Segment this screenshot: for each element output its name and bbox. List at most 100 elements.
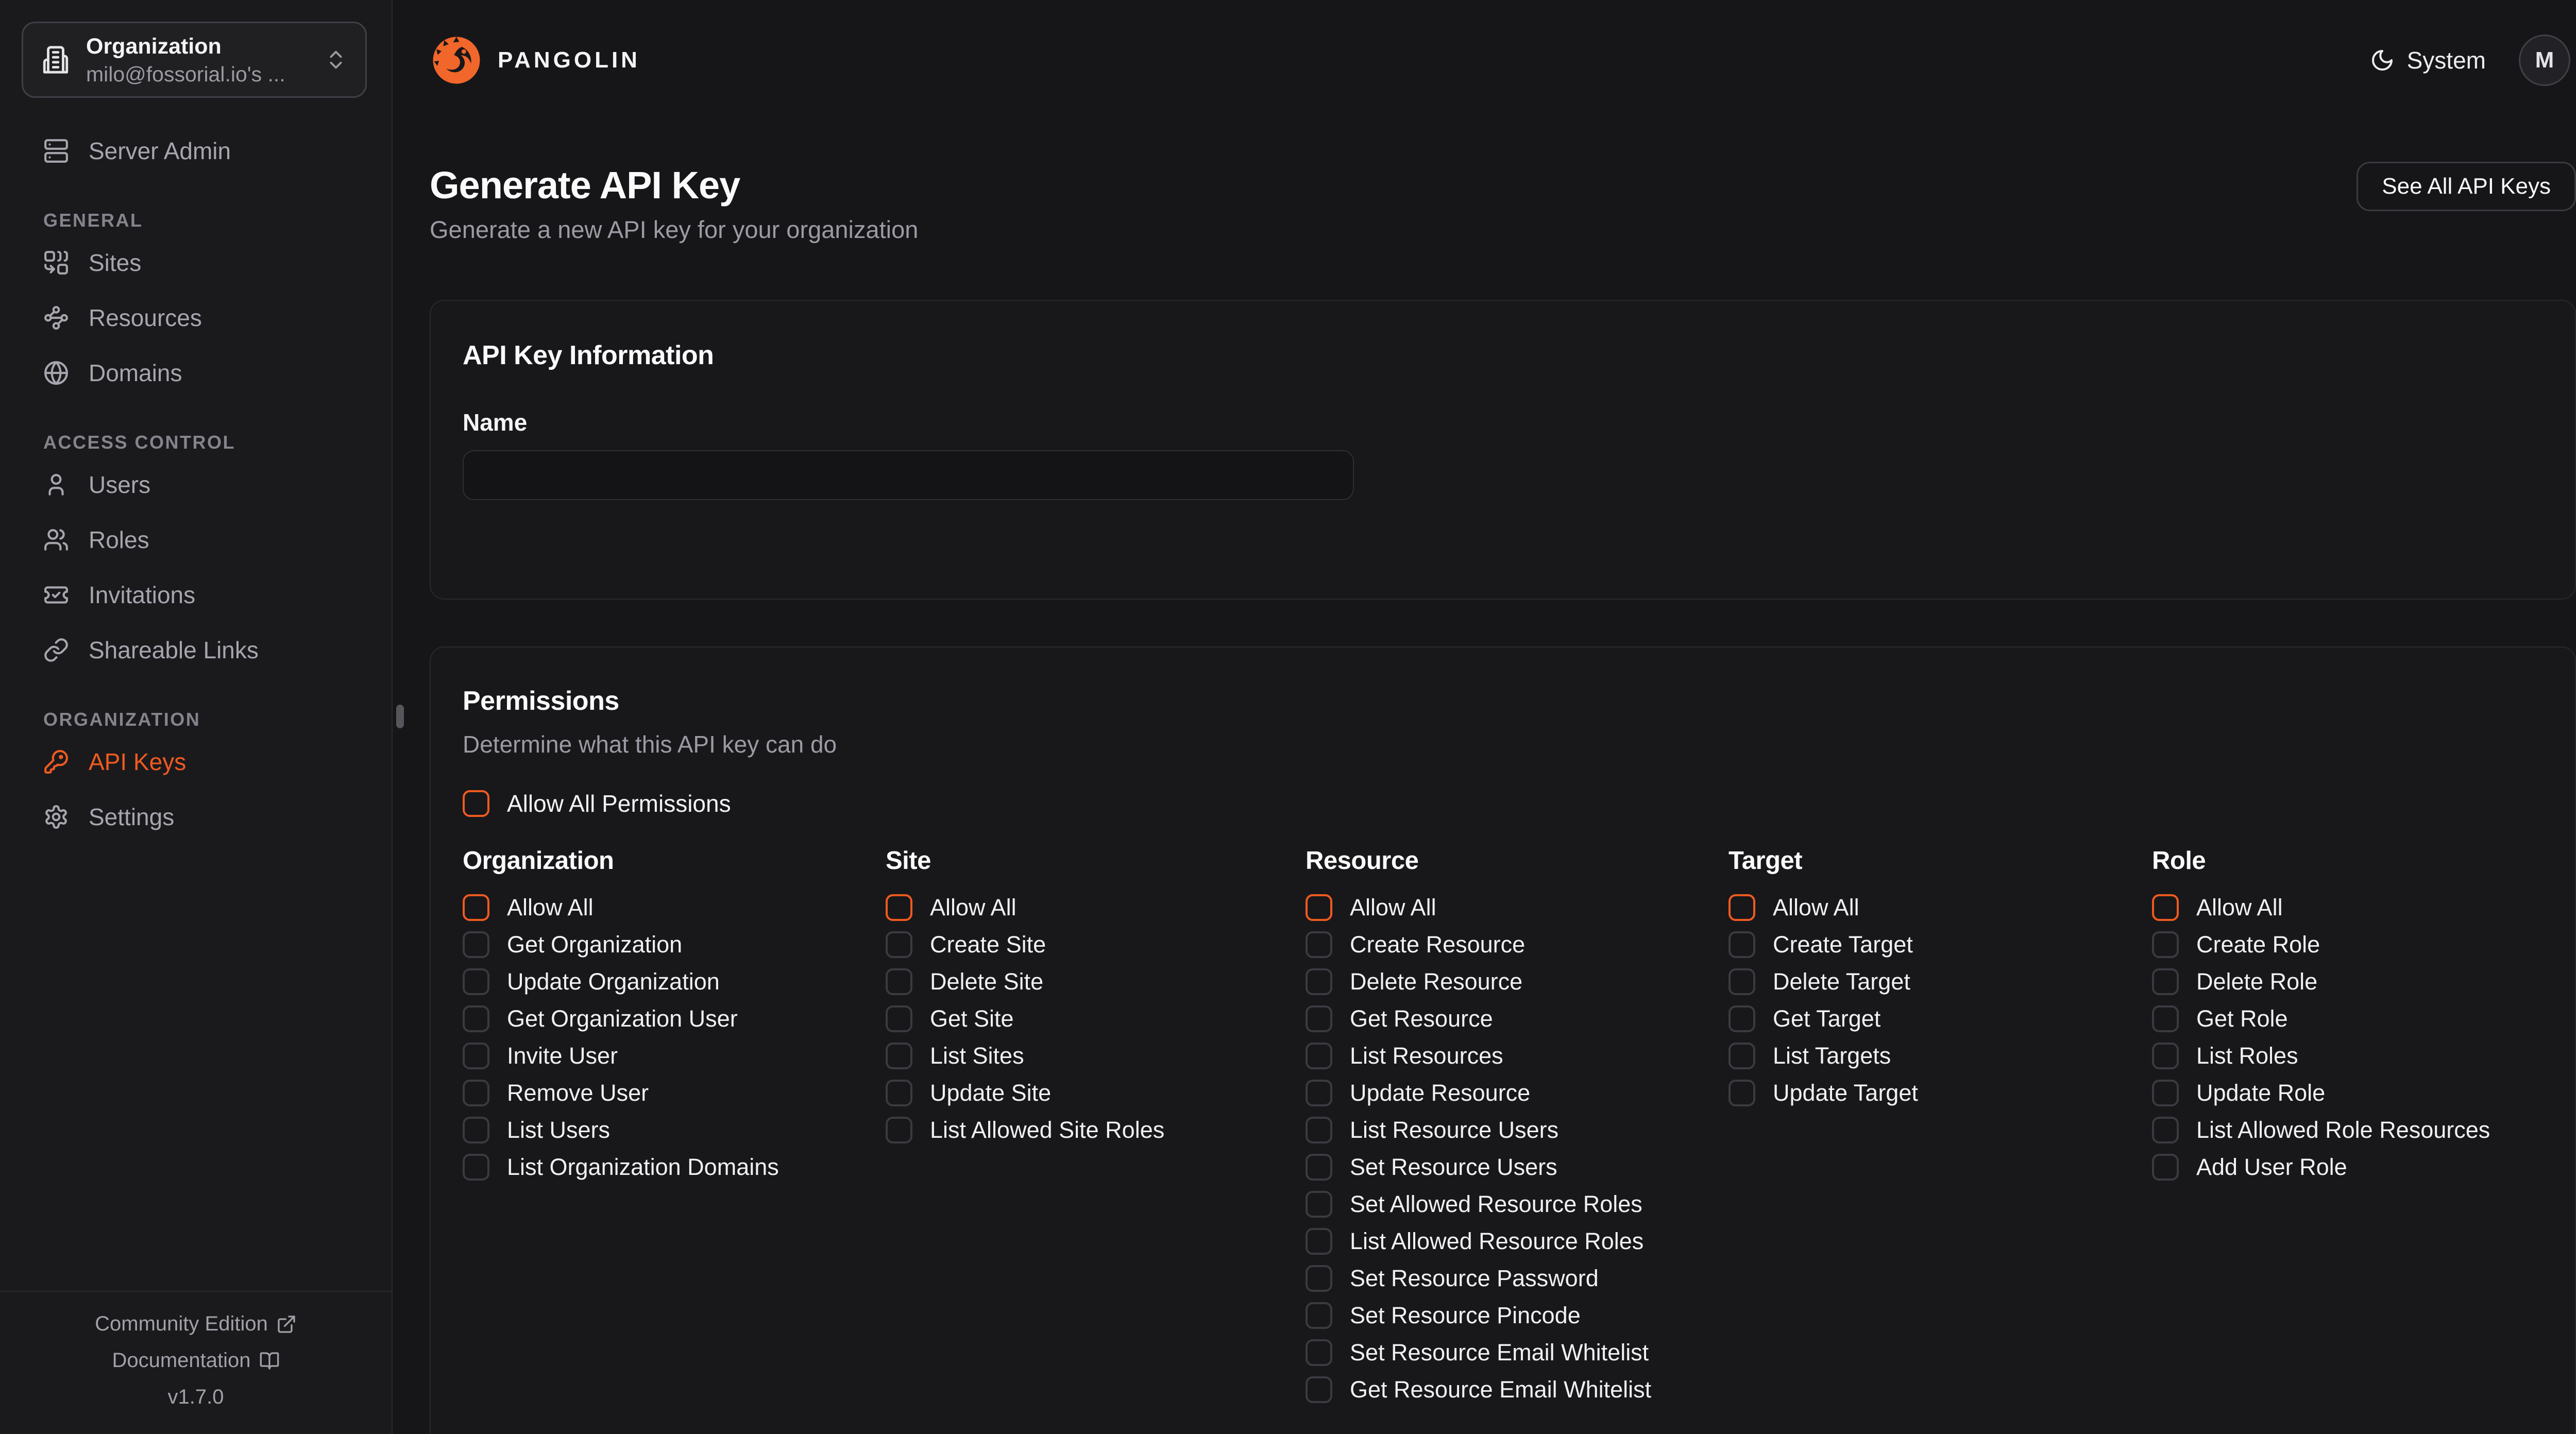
permission-label[interactable]: Get Target xyxy=(1773,1005,1880,1032)
checkbox-site-update-site[interactable] xyxy=(886,1080,912,1106)
checkbox-role-get-role[interactable] xyxy=(2152,1005,2179,1032)
checkbox-organization-allow-all[interactable] xyxy=(463,894,489,921)
checkbox-resource-update-resource[interactable] xyxy=(1306,1080,1332,1106)
permission-label[interactable]: Get Organization xyxy=(507,931,682,958)
checkbox-site-list-allowed-site-roles[interactable] xyxy=(886,1117,912,1143)
checkbox-resource-list-allowed-resource-roles[interactable] xyxy=(1306,1228,1332,1255)
permission-label[interactable]: List Roles xyxy=(2196,1043,2298,1069)
checkbox-organization-list-users[interactable] xyxy=(463,1117,489,1143)
checkbox-resource-list-resources[interactable] xyxy=(1306,1043,1332,1069)
sidebar-item-server-admin[interactable]: Server Admin xyxy=(0,123,392,178)
sidebar-item-sites[interactable]: Sites xyxy=(0,235,392,290)
sidebar-item-resources[interactable]: Resources xyxy=(0,290,392,345)
checkbox-organization-invite-user[interactable] xyxy=(463,1043,489,1069)
checkbox-site-allow-all[interactable] xyxy=(886,894,912,921)
name-input[interactable] xyxy=(463,450,1354,500)
permission-label[interactable]: Delete Site xyxy=(930,968,1043,995)
sidebar-item-shareable-links[interactable]: Shareable Links xyxy=(0,622,392,677)
checkbox-resource-set-allowed-resource-roles[interactable] xyxy=(1306,1191,1332,1218)
permission-label[interactable]: Allow All xyxy=(930,894,1016,921)
sidebar-item-roles[interactable]: Roles xyxy=(0,512,392,567)
see-all-api-keys-button[interactable]: See All API Keys xyxy=(2357,162,2576,211)
checkbox-role-add-user-role[interactable] xyxy=(2152,1154,2179,1181)
checkbox-resource-get-resource-email-whitelist[interactable] xyxy=(1306,1376,1332,1403)
checkbox-resource-allow-all[interactable] xyxy=(1306,894,1332,921)
theme-toggle[interactable]: System xyxy=(2370,46,2486,74)
checkbox-role-allow-all[interactable] xyxy=(2152,894,2179,921)
permission-label[interactable]: List Users xyxy=(507,1117,610,1143)
checkbox-resource-get-resource[interactable] xyxy=(1306,1005,1332,1032)
sidebar-item-settings[interactable]: Settings xyxy=(0,789,392,844)
permission-label[interactable]: Get Organization User xyxy=(507,1005,738,1032)
sidebar-item-users[interactable]: Users xyxy=(0,457,392,512)
checkbox-target-create-target[interactable] xyxy=(1728,931,1755,958)
checkbox-site-get-site[interactable] xyxy=(886,1005,912,1032)
permission-label[interactable]: List Allowed Site Roles xyxy=(930,1117,1164,1143)
permission-label[interactable]: Create Role xyxy=(2196,931,2320,958)
checkbox-resource-set-resource-users[interactable] xyxy=(1306,1154,1332,1181)
permission-label[interactable]: Get Role xyxy=(2196,1005,2288,1032)
checkbox-target-update-target[interactable] xyxy=(1728,1080,1755,1106)
permission-label[interactable]: List Resources xyxy=(1350,1043,1503,1069)
checkbox-role-list-allowed-role-resources[interactable] xyxy=(2152,1117,2179,1143)
permission-label[interactable]: List Resource Users xyxy=(1350,1117,1558,1143)
permission-label[interactable]: Get Resource xyxy=(1350,1005,1493,1032)
avatar[interactable]: M xyxy=(2519,35,2570,86)
permission-label[interactable]: Allow All xyxy=(1350,894,1436,921)
permission-label[interactable]: Create Resource xyxy=(1350,931,1525,958)
checkbox-resource-list-resource-users[interactable] xyxy=(1306,1117,1332,1143)
org-switcher[interactable]: Organization milo@fossorial.io's ... xyxy=(22,22,367,98)
checkbox-organization-list-organization-domains[interactable] xyxy=(463,1154,489,1181)
permission-label[interactable]: Delete Role xyxy=(2196,968,2317,995)
permission-label[interactable]: List Targets xyxy=(1773,1043,1891,1069)
permission-label[interactable]: Update Site xyxy=(930,1080,1051,1106)
permission-label[interactable]: Create Target xyxy=(1773,931,1913,958)
permission-label[interactable]: Update Role xyxy=(2196,1080,2325,1106)
sidebar-item-domains[interactable]: Domains xyxy=(0,345,392,400)
checkbox-organization-get-organization[interactable] xyxy=(463,931,489,958)
checkbox-role-update-role[interactable] xyxy=(2152,1080,2179,1106)
community-edition-link[interactable]: Community Edition xyxy=(95,1312,297,1336)
permission-label[interactable]: Invite User xyxy=(507,1043,618,1069)
permission-label[interactable]: List Organization Domains xyxy=(507,1154,779,1181)
sidebar-item-invitations[interactable]: Invitations xyxy=(0,567,392,622)
permission-label[interactable]: List Allowed Resource Roles xyxy=(1350,1228,1643,1255)
permission-label[interactable]: List Sites xyxy=(930,1043,1024,1069)
permission-label[interactable]: Get Site xyxy=(930,1005,1014,1032)
checkbox-site-delete-site[interactable] xyxy=(886,968,912,995)
checkbox-resource-set-resource-email-whitelist[interactable] xyxy=(1306,1339,1332,1366)
checkbox-role-create-role[interactable] xyxy=(2152,931,2179,958)
permission-label[interactable]: Update Organization xyxy=(507,968,720,995)
permission-label[interactable]: Delete Target xyxy=(1773,968,1910,995)
checkbox-resource-delete-resource[interactable] xyxy=(1306,968,1332,995)
checkbox-site-create-site[interactable] xyxy=(886,931,912,958)
permission-label[interactable]: Allow All xyxy=(507,894,594,921)
checkbox-organization-remove-user[interactable] xyxy=(463,1080,489,1106)
permission-label[interactable]: Remove User xyxy=(507,1080,649,1106)
documentation-link[interactable]: Documentation xyxy=(112,1349,279,1372)
permission-label[interactable]: Delete Resource xyxy=(1350,968,1522,995)
allow-all-permissions-label[interactable]: Allow All Permissions xyxy=(507,790,731,817)
permission-label[interactable]: Add User Role xyxy=(2196,1154,2347,1181)
permission-label[interactable]: Set Resource Users xyxy=(1350,1154,1557,1181)
checkbox-role-delete-role[interactable] xyxy=(2152,968,2179,995)
permission-label[interactable]: Create Site xyxy=(930,931,1046,958)
checkbox-target-allow-all[interactable] xyxy=(1728,894,1755,921)
permission-label[interactable]: Set Resource Email Whitelist xyxy=(1350,1339,1649,1366)
permission-label[interactable]: Get Resource Email Whitelist xyxy=(1350,1376,1651,1403)
sidebar-item-api-keys[interactable]: API Keys xyxy=(0,734,392,789)
checkbox-target-get-target[interactable] xyxy=(1728,1005,1755,1032)
permission-label[interactable]: Set Resource Password xyxy=(1350,1265,1599,1292)
checkbox-site-list-sites[interactable] xyxy=(886,1043,912,1069)
permission-label[interactable]: Update Target xyxy=(1773,1080,1918,1106)
checkbox-target-list-targets[interactable] xyxy=(1728,1043,1755,1069)
checkbox-allow-all-permissions[interactable] xyxy=(463,790,489,817)
checkbox-organization-get-organization-user[interactable] xyxy=(463,1005,489,1032)
checkbox-resource-create-resource[interactable] xyxy=(1306,931,1332,958)
checkbox-resource-set-resource-pincode[interactable] xyxy=(1306,1302,1332,1329)
checkbox-resource-set-resource-password[interactable] xyxy=(1306,1265,1332,1292)
permission-label[interactable]: List Allowed Role Resources xyxy=(2196,1117,2490,1143)
checkbox-organization-update-organization[interactable] xyxy=(463,968,489,995)
permission-label[interactable]: Allow All xyxy=(1773,894,1859,921)
permission-label[interactable]: Set Allowed Resource Roles xyxy=(1350,1191,1642,1218)
